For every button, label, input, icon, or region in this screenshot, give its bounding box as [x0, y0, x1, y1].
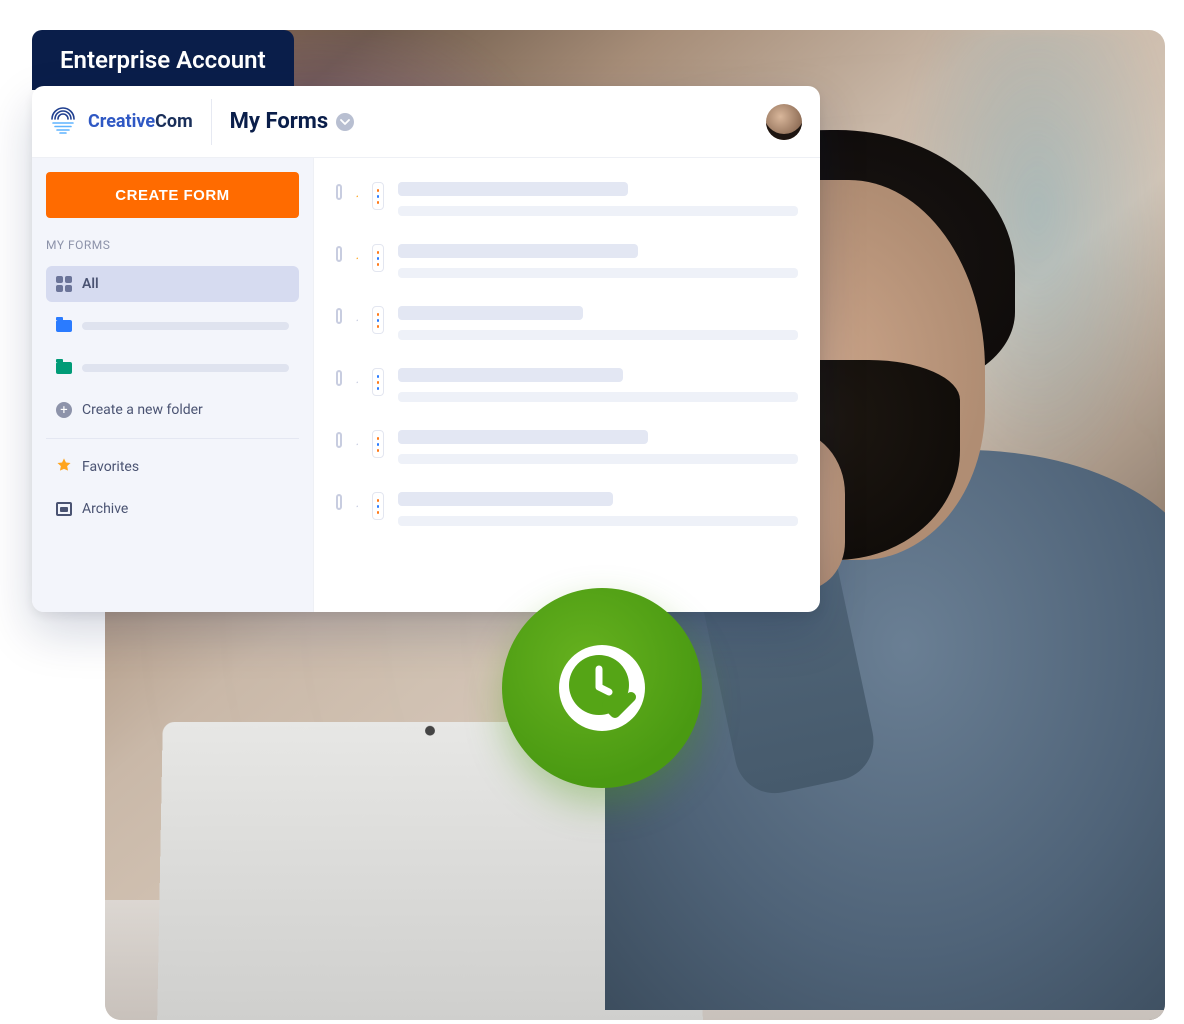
fingerprint-icon — [46, 103, 80, 141]
grid-icon — [56, 276, 72, 292]
checkbox[interactable] — [336, 494, 342, 510]
sidebar-folder-1[interactable] — [46, 308, 299, 344]
create-form-button[interactable]: CREATE FORM — [46, 172, 299, 218]
checkbox[interactable] — [336, 246, 342, 262]
topbar: CreativeCom My Forms — [32, 86, 820, 158]
form-subtitle-placeholder — [398, 330, 798, 340]
page-title: My Forms — [230, 109, 328, 134]
status-badge — [502, 588, 702, 788]
divider — [46, 438, 299, 439]
sidebar-folder-2[interactable] — [46, 350, 299, 386]
sidebar-item-all[interactable]: All — [46, 266, 299, 302]
checkbox[interactable] — [336, 432, 342, 448]
account-tab[interactable]: Enterprise Account — [32, 30, 294, 90]
form-title-placeholder — [398, 430, 648, 444]
sidebar-item-label: Archive — [82, 501, 128, 517]
form-subtitle-placeholder — [398, 392, 798, 402]
star-toggle[interactable] — [356, 183, 359, 201]
star-toggle[interactable] — [356, 307, 359, 325]
form-icon — [372, 492, 384, 520]
form-row[interactable] — [336, 430, 798, 464]
sidebar-favorites[interactable]: Favorites — [46, 449, 299, 485]
archive-icon — [56, 502, 72, 516]
folder-icon — [56, 362, 72, 374]
sidebar-section-label: MY FORMS — [46, 238, 299, 252]
form-icon — [372, 182, 384, 210]
checkbox[interactable] — [336, 184, 342, 200]
app-body: CREATE FORM MY FORMS All + Create a new — [32, 158, 820, 612]
form-title-placeholder — [398, 492, 613, 506]
form-icon — [372, 430, 384, 458]
star-toggle[interactable] — [356, 431, 359, 449]
sidebar-item-label: Favorites — [82, 459, 139, 475]
sidebar-create-folder[interactable]: + Create a new folder — [46, 392, 299, 428]
form-lines — [398, 182, 798, 216]
form-row[interactable] — [336, 368, 798, 402]
forms-list — [314, 158, 820, 612]
form-title-placeholder — [398, 182, 628, 196]
star-toggle[interactable] — [356, 369, 359, 387]
form-title-placeholder — [398, 306, 583, 320]
form-lines — [398, 492, 798, 526]
form-title-placeholder — [398, 244, 638, 258]
form-row[interactable] — [336, 306, 798, 340]
form-lines — [398, 244, 798, 278]
form-lines — [398, 368, 798, 402]
folder-icon — [56, 320, 72, 332]
brand-logo[interactable]: CreativeCom — [46, 99, 212, 145]
placeholder-text — [82, 322, 289, 330]
sidebar-archive[interactable]: Archive — [46, 491, 299, 527]
placeholder-text — [82, 364, 289, 372]
form-lines — [398, 306, 798, 340]
sidebar-nav: All + Create a new folder — [46, 266, 299, 527]
chevron-down-icon — [336, 113, 354, 131]
form-lines — [398, 430, 798, 464]
brand-name: CreativeCom — [88, 111, 193, 132]
star-toggle[interactable] — [356, 493, 359, 511]
form-row[interactable] — [336, 492, 798, 526]
form-icon — [372, 368, 384, 396]
form-row[interactable] — [336, 244, 798, 278]
page-title-dropdown[interactable]: My Forms — [230, 109, 354, 134]
star-icon — [56, 457, 72, 477]
form-subtitle-placeholder — [398, 268, 798, 278]
checkbox[interactable] — [336, 308, 342, 324]
clock-check-icon — [559, 645, 645, 731]
form-subtitle-placeholder — [398, 516, 798, 526]
form-title-placeholder — [398, 368, 623, 382]
sidebar: CREATE FORM MY FORMS All + Create a new — [32, 158, 314, 612]
star-toggle[interactable] — [356, 245, 359, 263]
form-subtitle-placeholder — [398, 454, 798, 464]
avatar[interactable] — [766, 104, 802, 140]
form-icon — [372, 306, 384, 334]
plus-circle-icon: + — [56, 402, 72, 418]
form-row[interactable] — [336, 182, 798, 216]
sidebar-item-label: All — [82, 276, 99, 292]
form-icon — [372, 244, 384, 272]
sidebar-item-label: Create a new folder — [82, 402, 203, 418]
app-window: CreativeCom My Forms CREATE FORM MY FORM… — [32, 86, 820, 612]
form-subtitle-placeholder — [398, 206, 798, 216]
checkbox[interactable] — [336, 370, 342, 386]
